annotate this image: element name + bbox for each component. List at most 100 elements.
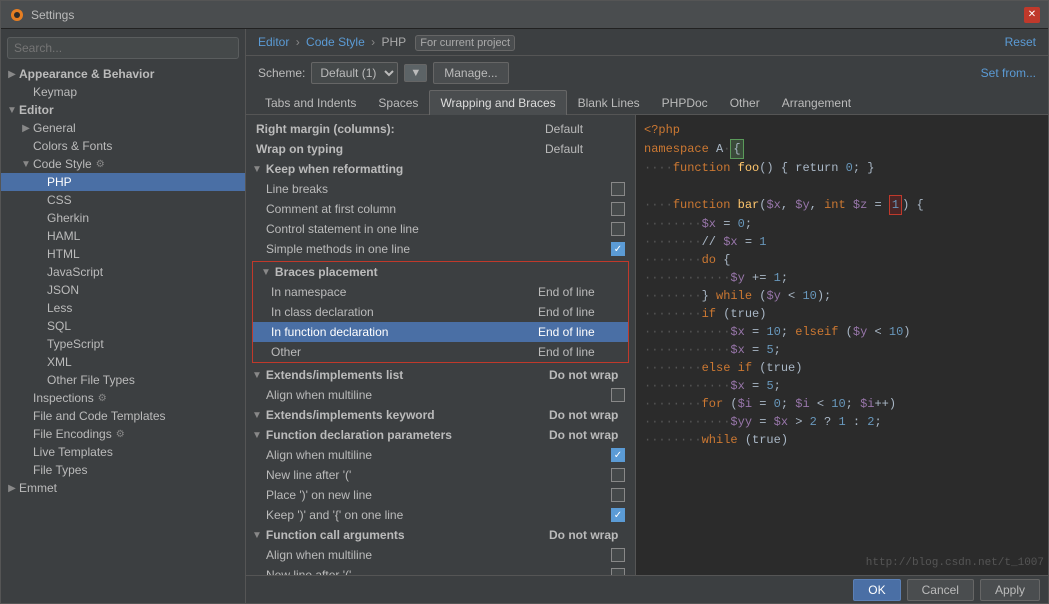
- code-line: ········} while ($y < 10);: [644, 287, 1040, 305]
- manage-button[interactable]: Manage...: [433, 62, 508, 84]
- sidebar-label-emmet: Emmet: [19, 481, 57, 495]
- sidebar-item-haml[interactable]: HAML: [1, 227, 245, 245]
- func-decl-rparen-label: Place ')' on new line: [266, 488, 611, 502]
- func-decl-params-header[interactable]: ▼ Function declaration parameters Do not…: [246, 425, 635, 445]
- sidebar-item-emmet[interactable]: ▶ Emmet: [1, 479, 245, 497]
- close-button[interactable]: ✕: [1024, 7, 1040, 23]
- func-decl-rparen-checkbox[interactable]: [611, 488, 625, 502]
- extends-list-header[interactable]: ▼ Extends/implements list Do not wrap: [246, 365, 635, 385]
- code-line: ············$x = 5;: [644, 341, 1040, 359]
- tab-tabs-and-indents[interactable]: Tabs and Indents: [254, 90, 367, 115]
- sidebar-label-typescript: TypeScript: [47, 337, 104, 351]
- sidebar-item-keymap[interactable]: Keymap: [1, 83, 245, 101]
- arrow-icon: ▼: [261, 267, 271, 278]
- sidebar-item-other-file-types[interactable]: Other File Types: [1, 371, 245, 389]
- search-input[interactable]: [7, 37, 239, 59]
- sidebar-item-file-and-code-templates[interactable]: File and Code Templates: [1, 407, 245, 425]
- settings-window: Settings ✕ ▶ Appearance & Behavior Keyma…: [0, 0, 1049, 604]
- sidebar-item-live-templates[interactable]: Live Templates: [1, 443, 245, 461]
- scheme-dropdown-button[interactable]: ▼: [404, 64, 427, 82]
- tab-spaces[interactable]: Spaces: [367, 90, 429, 115]
- tab-wrapping-and-braces[interactable]: Wrapping and Braces: [429, 90, 566, 115]
- func-call-newline-label: New line after '(': [266, 568, 611, 575]
- sidebar-item-file-encodings[interactable]: File Encodings ⚙: [1, 425, 245, 443]
- code-preview: <?php namespace A·{ ····function foo() {…: [636, 115, 1048, 575]
- func-call-args-header[interactable]: ▼ Function call arguments Do not wrap: [246, 525, 635, 545]
- tab-other[interactable]: Other: [719, 90, 771, 115]
- reset-button[interactable]: Reset: [1005, 35, 1036, 49]
- braces-placement-label: Braces placement: [275, 265, 378, 279]
- sidebar-label-file-types: File Types: [33, 463, 87, 477]
- sidebar-item-colors-fonts[interactable]: Colors & Fonts: [1, 137, 245, 155]
- func-decl-keep-checkbox[interactable]: [611, 508, 625, 522]
- sidebar-item-css[interactable]: CSS: [1, 191, 245, 209]
- func-call-newline-checkbox[interactable]: [611, 568, 625, 575]
- sidebar-item-typescript[interactable]: TypeScript: [1, 335, 245, 353]
- set-from-button[interactable]: Set from...: [981, 66, 1036, 80]
- extends-keyword-value: Do not wrap: [549, 408, 629, 422]
- sidebar-item-json[interactable]: JSON: [1, 281, 245, 299]
- other-braces-row[interactable]: Other End of line: [253, 342, 628, 362]
- sidebar: ▶ Appearance & Behavior Keymap ▼ Editor …: [1, 29, 246, 603]
- sidebar-label-file-encodings: File Encodings: [33, 427, 112, 441]
- in-function-declaration-row[interactable]: In function declaration End of line: [253, 322, 628, 342]
- code-line: ········while (true): [644, 431, 1040, 449]
- func-call-align-checkbox[interactable]: [611, 548, 625, 562]
- sidebar-item-code-style[interactable]: ▼ Code Style ⚙: [1, 155, 245, 173]
- wrap-on-typing-value: Default: [545, 142, 625, 156]
- sidebar-item-javascript[interactable]: JavaScript: [1, 263, 245, 281]
- braces-placement-box: ▼ Braces placement In namespace End of l…: [252, 261, 629, 363]
- tab-phpdoc[interactable]: PHPDoc: [651, 90, 719, 115]
- sidebar-item-sql[interactable]: SQL: [1, 317, 245, 335]
- wrap-on-typing-row: Wrap on typing Default: [246, 139, 635, 159]
- right-panel: Editor › Code Style › PHP For current pr…: [246, 29, 1048, 603]
- sidebar-label-keymap: Keymap: [33, 85, 77, 99]
- in-class-declaration-row[interactable]: In class declaration End of line: [253, 302, 628, 322]
- line-breaks-checkbox[interactable]: [611, 182, 625, 196]
- sidebar-item-less[interactable]: Less: [1, 299, 245, 317]
- code-line: ········for ($i = 0; $i < 10; $i++): [644, 395, 1040, 413]
- comment-first-column-checkbox[interactable]: [611, 202, 625, 216]
- simple-methods-checkbox[interactable]: [611, 242, 625, 256]
- extends-list-align-checkbox[interactable]: [611, 388, 625, 402]
- keep-when-reformatting-header[interactable]: ▼ Keep when reformatting: [246, 159, 635, 179]
- scheme-select[interactable]: Default (1): [311, 62, 398, 84]
- code-line: ····function foo() { return 0; }: [644, 159, 1040, 177]
- func-decl-newline-checkbox[interactable]: [611, 468, 625, 482]
- apply-button[interactable]: Apply: [980, 579, 1040, 601]
- tab-arrangement[interactable]: Arrangement: [771, 90, 862, 115]
- sidebar-label-code-style: Code Style: [33, 157, 92, 171]
- tab-blank-lines[interactable]: Blank Lines: [567, 90, 651, 115]
- other-braces-label: Other: [271, 345, 538, 359]
- sidebar-item-appearance[interactable]: ▶ Appearance & Behavior: [1, 65, 245, 83]
- func-decl-align-checkbox[interactable]: [611, 448, 625, 462]
- sidebar-item-php[interactable]: PHP: [1, 173, 245, 191]
- ok-button[interactable]: OK: [853, 579, 900, 601]
- window-title: Settings: [31, 8, 1024, 22]
- sidebar-item-gherkin[interactable]: Gherkin: [1, 209, 245, 227]
- sidebar-item-editor[interactable]: ▼ Editor: [1, 101, 245, 119]
- scheme-left: Scheme: Default (1) ▼ Manage...: [258, 62, 509, 84]
- control-statement-checkbox[interactable]: [611, 222, 625, 236]
- split-pane: Right margin (columns): Default Wrap on …: [246, 115, 1048, 575]
- sidebar-label-css: CSS: [47, 193, 72, 207]
- code-line: ············$yy = $x > 2 ? 1 : 2;: [644, 413, 1040, 431]
- settings-icon: [9, 7, 25, 23]
- sidebar-item-html[interactable]: HTML: [1, 245, 245, 263]
- sidebar-item-inspections[interactable]: Inspections ⚙: [1, 389, 245, 407]
- sidebar-label-file-and-code-templates: File and Code Templates: [33, 409, 166, 423]
- braces-placement-header[interactable]: ▼ Braces placement: [253, 262, 628, 282]
- code-line: ············$x = 10; elseif ($y < 10): [644, 323, 1040, 341]
- sidebar-item-general[interactable]: ▶ General: [1, 119, 245, 137]
- sidebar-item-file-types[interactable]: File Types: [1, 461, 245, 479]
- keep-when-reformatting-label: Keep when reformatting: [266, 162, 403, 176]
- sidebar-item-xml[interactable]: XML: [1, 353, 245, 371]
- arrow-icon: ▶: [5, 69, 19, 80]
- line-breaks-label: Line breaks: [266, 182, 611, 196]
- in-namespace-row[interactable]: In namespace End of line: [253, 282, 628, 302]
- in-function-declaration-label: In function declaration: [271, 325, 538, 339]
- code-line: ····function bar($x, $y, int $z = 1) {: [644, 195, 1040, 215]
- cancel-button[interactable]: Cancel: [907, 579, 974, 601]
- func-decl-rparen-row: Place ')' on new line: [246, 485, 635, 505]
- func-decl-newline-row: New line after '(': [246, 465, 635, 485]
